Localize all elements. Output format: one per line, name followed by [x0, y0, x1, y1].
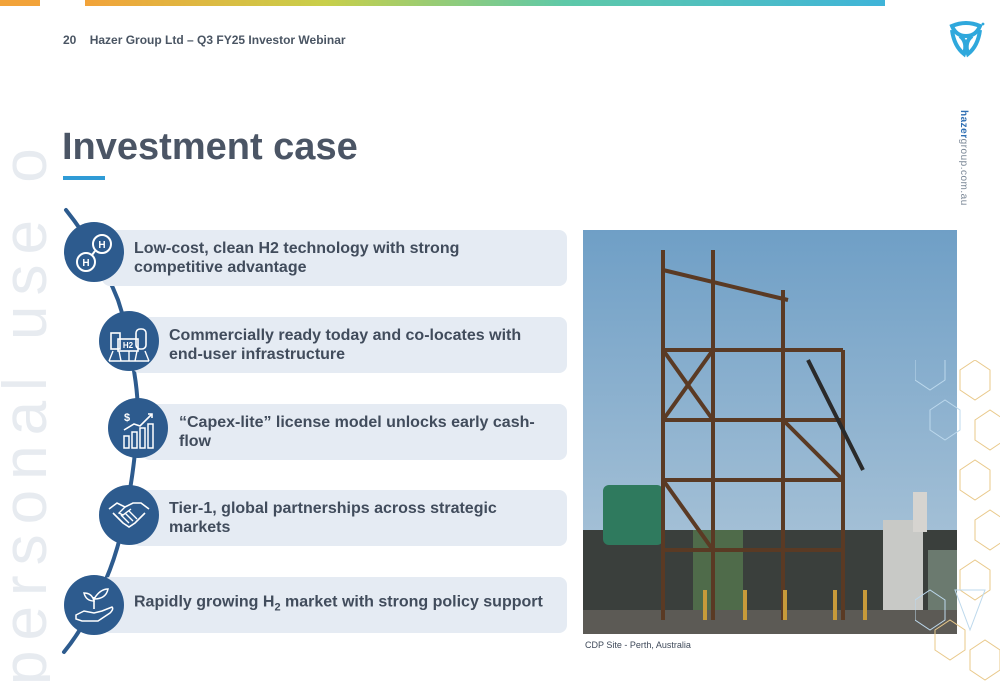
item-label-part: market with strong policy support	[280, 593, 543, 611]
handshake-icon	[99, 485, 159, 545]
cdp-site-photo	[583, 230, 957, 634]
top-gradient-bar	[0, 0, 1000, 6]
top-bar-orange-segment	[0, 0, 40, 6]
list-item: Rapidly growing H2 market with strong po…	[102, 577, 567, 633]
side-url-rest: group.com.au	[958, 138, 969, 206]
header-title: Hazer Group Ltd – Q3 FY25 Investor Webin…	[89, 33, 346, 47]
side-url-bold: hazer	[958, 110, 969, 139]
hydrogen-molecule-icon: H H	[64, 222, 124, 282]
svg-text:H2: H2	[123, 341, 134, 350]
list-item: Tier-1, global partnerships across strat…	[132, 490, 567, 546]
svg-text:$: $	[124, 412, 130, 424]
hexagon-pattern-decoration	[915, 360, 1000, 681]
svg-text:H: H	[98, 240, 105, 251]
item-label: “Capex-lite” license model unlocks early…	[179, 414, 535, 450]
title-underline	[63, 176, 105, 180]
growth-chart-icon: $	[108, 398, 168, 458]
item-label: Low-cost, clean H2 technology with stron…	[134, 240, 460, 276]
watermark-text: personal use only	[0, 150, 50, 685]
item-label-part: Rapidly growing H	[134, 593, 275, 611]
item-label: Rapidly growing H2 market with strong po…	[134, 592, 554, 617]
list-item: Low-cost, clean H2 technology with stron…	[102, 230, 567, 286]
item-label: Commercially ready today and co-locates …	[169, 327, 522, 363]
h2-plant-icon: H2	[99, 311, 159, 371]
side-website-url: hazergroup.com.au	[958, 110, 974, 220]
top-bar-gradient-segment	[85, 0, 885, 6]
watermark: personal use only	[0, 150, 50, 685]
slide-header: 20 Hazer Group Ltd – Q3 FY25 Investor We…	[63, 33, 346, 47]
page-number: 20	[63, 33, 77, 47]
page-title: Investment case	[62, 126, 358, 168]
list-item: “Capex-lite” license model unlocks early…	[142, 404, 567, 460]
item-label: Tier-1, global partnerships across strat…	[169, 500, 497, 536]
svg-text:H: H	[82, 258, 89, 269]
photo-caption: CDP Site - Perth, Australia	[585, 640, 691, 650]
list-item: Commercially ready today and co-locates …	[132, 317, 567, 373]
hazer-logo-icon	[946, 18, 986, 62]
plant-in-hand-icon	[64, 575, 124, 635]
